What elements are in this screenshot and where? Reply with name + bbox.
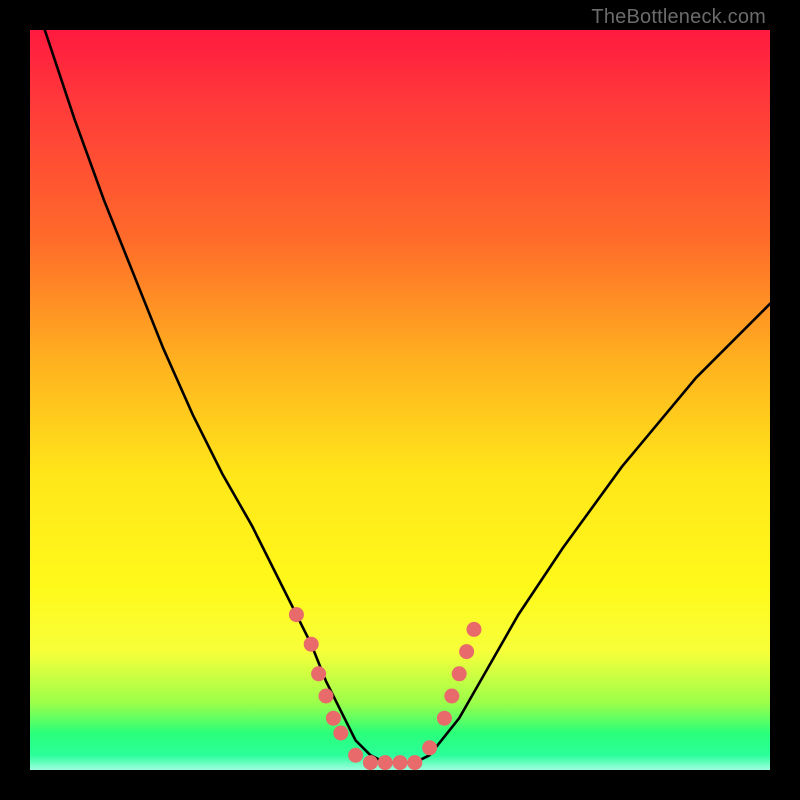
curve-marker xyxy=(467,622,482,637)
curve-marker xyxy=(422,740,437,755)
curve-marker xyxy=(289,607,304,622)
curve-marker xyxy=(393,755,408,770)
curve-marker xyxy=(363,755,378,770)
valley-curve xyxy=(45,30,770,763)
curve-marker xyxy=(378,755,393,770)
curve-marker xyxy=(452,666,467,681)
watermark-text: TheBottleneck.com xyxy=(591,6,766,29)
curve-svg xyxy=(30,30,770,770)
curve-marker xyxy=(319,689,334,704)
curve-marker xyxy=(326,711,341,726)
plot-area xyxy=(30,30,770,770)
curve-marker xyxy=(444,689,459,704)
chart-frame: TheBottleneck.com xyxy=(0,0,800,800)
curve-marker xyxy=(304,637,319,652)
curve-marker xyxy=(437,711,452,726)
curve-marker xyxy=(459,644,474,659)
curve-markers xyxy=(289,607,482,770)
curve-marker xyxy=(333,726,348,741)
curve-marker xyxy=(311,666,326,681)
curve-marker xyxy=(348,748,363,763)
curve-marker xyxy=(407,755,422,770)
